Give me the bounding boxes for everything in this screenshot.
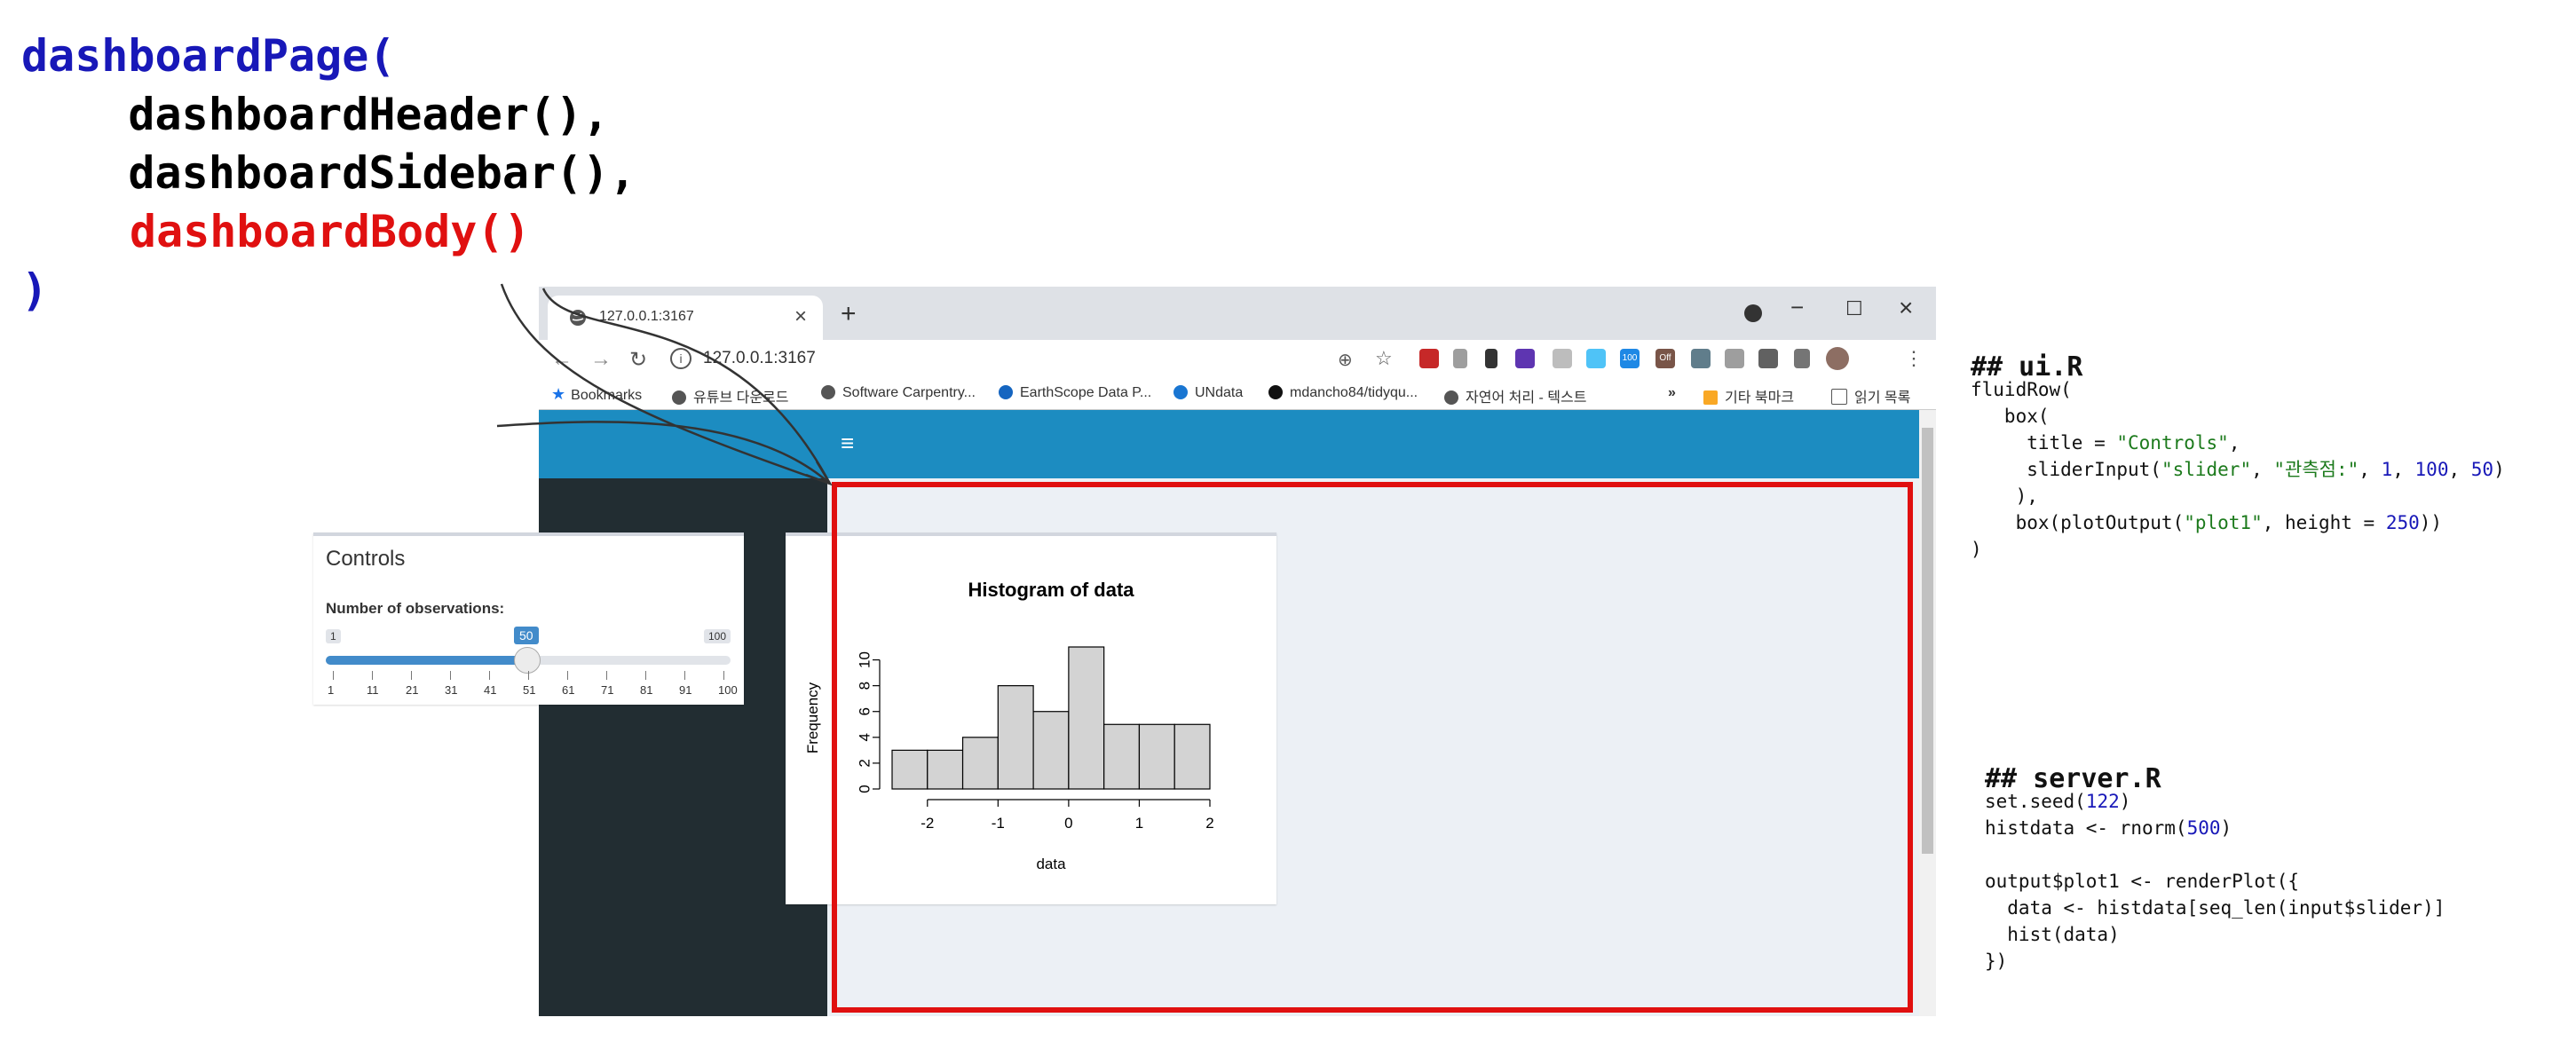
code-line: })	[1985, 950, 2008, 972]
code-line: output$plot1 <- renderPlot({	[1985, 871, 2300, 892]
code-line: hist(data)	[1985, 924, 2120, 945]
code-line: sliderInput("slider", "관측점:", 1, 100, 50…	[1971, 459, 2505, 480]
code-line: data <- histdata[seq_len(input$slider)]	[1985, 897, 2446, 919]
code-line: box(	[1971, 406, 2050, 427]
server-code: ## server.R set.seed(122) histdata <- rn…	[1985, 761, 2445, 974]
code-line: box(plotOutput("plot1", height = 250))	[1971, 512, 2443, 533]
code-line: fluidRow(	[1971, 379, 2072, 400]
code-line: histdata <- rnorm(500)	[1985, 817, 2232, 839]
code-line: ),	[1971, 485, 2038, 507]
ui-code-header: ## ui.R	[1971, 351, 2083, 383]
ui-code: ## ui.R fluidRow( box( title = "Controls…	[1971, 350, 2505, 563]
server-code-header: ## server.R	[1985, 763, 2161, 794]
code-line: )	[1971, 539, 1982, 560]
code-line: title = "Controls",	[1971, 432, 2240, 454]
code-line: set.seed(122)	[1985, 791, 2131, 812]
